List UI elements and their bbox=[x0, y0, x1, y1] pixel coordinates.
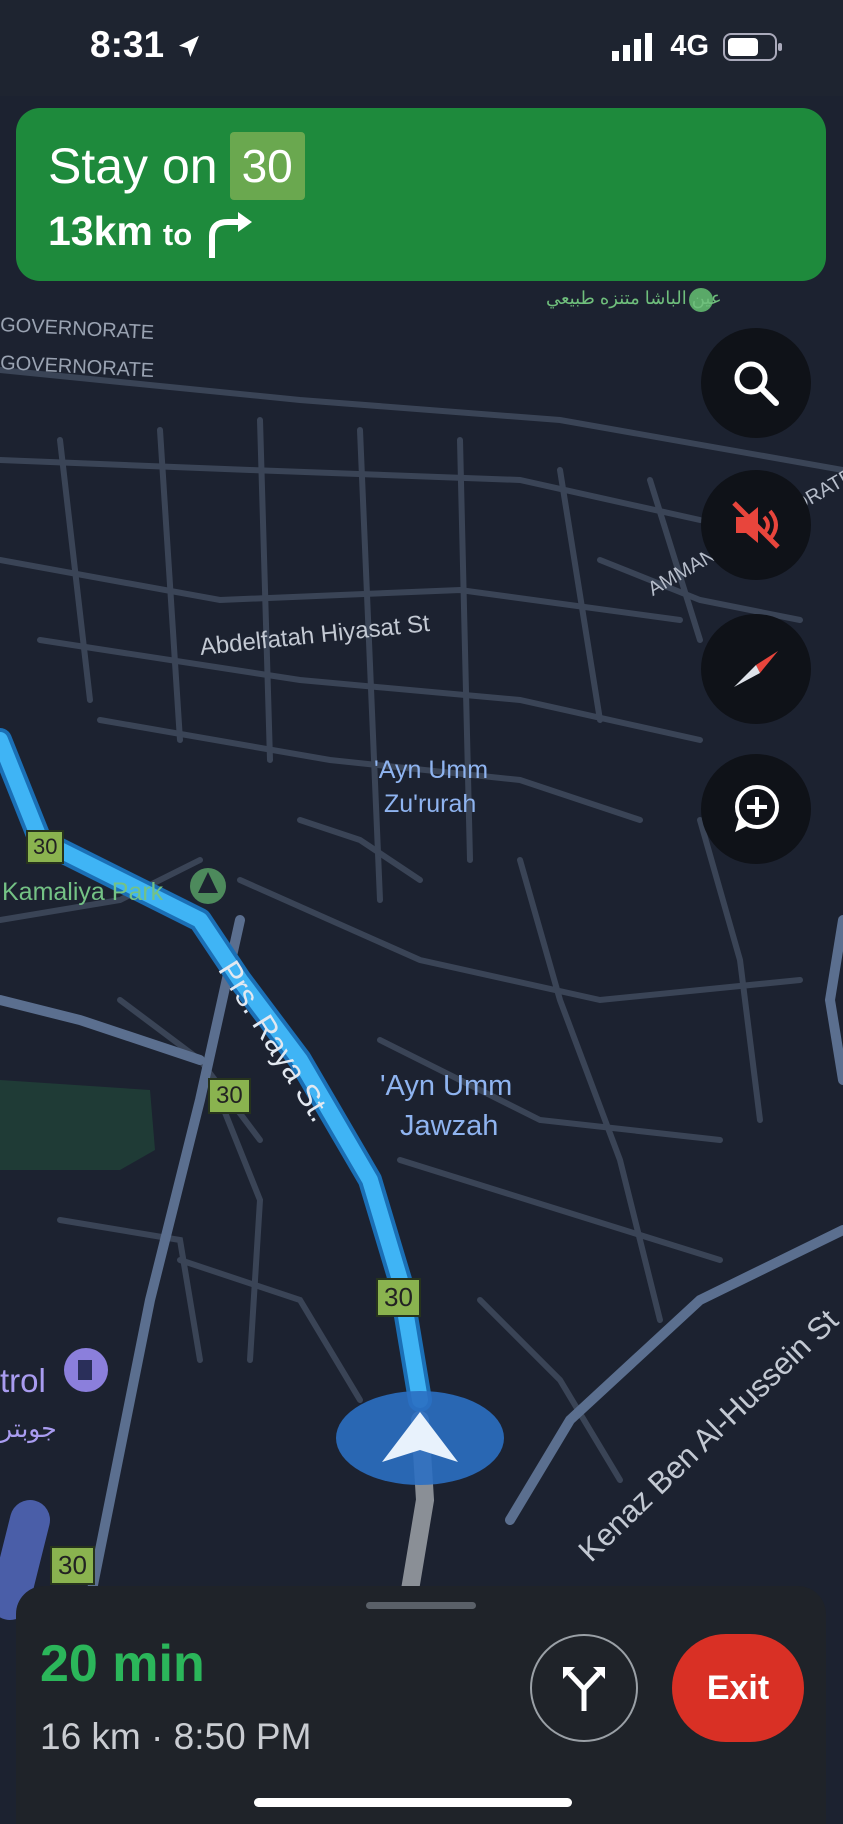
route-shield-map: 30 bbox=[208, 1078, 251, 1114]
nav-instruction-row: Stay on 30 bbox=[48, 132, 305, 200]
status-bar: 8:31 4G bbox=[0, 0, 843, 96]
signal-icon bbox=[612, 32, 653, 61]
compass-button[interactable] bbox=[701, 614, 811, 724]
location-arrow-icon bbox=[179, 35, 200, 58]
map-label-area: 'Ayn Umm bbox=[380, 1070, 513, 1102]
status-time: 8:31 bbox=[90, 24, 204, 66]
route-shield-map: 30 bbox=[26, 830, 65, 864]
map-label-park: Kamaliya Park bbox=[2, 878, 164, 906]
trip-summary-sheet[interactable]: 20 min 16 km · 8:50 PM Exit bbox=[16, 1586, 826, 1824]
status-time-text: 8:31 bbox=[90, 24, 165, 65]
map-label-petrol: trol bbox=[0, 1362, 46, 1399]
route-shield: 30 bbox=[229, 132, 305, 200]
network-label: 4G bbox=[670, 30, 709, 62]
nav-to-label: to bbox=[162, 217, 193, 252]
alternate-routes-icon bbox=[563, 1667, 605, 1711]
eta-details: 16 km · 8:50 PM bbox=[40, 1716, 312, 1757]
nav-distance-row: 13km to bbox=[48, 208, 254, 260]
battery-icon bbox=[723, 32, 782, 61]
route-shield-map: 30 bbox=[376, 1278, 421, 1317]
map-label-park-arabic: عين الباشا متنزه طبيعي bbox=[546, 288, 722, 308]
drag-handle[interactable] bbox=[366, 1602, 476, 1609]
mute-button[interactable] bbox=[701, 470, 811, 580]
status-indicators: 4G bbox=[612, 30, 783, 63]
search-button[interactable] bbox=[701, 328, 811, 438]
alternate-routes-button[interactable] bbox=[530, 1634, 638, 1742]
volume-muted-icon bbox=[732, 501, 780, 549]
map-label-area: Zu'rurah bbox=[384, 790, 477, 818]
search-icon bbox=[734, 361, 779, 406]
map-label-petrol-arabic: جوبتر bbox=[0, 1415, 57, 1443]
turn-right-icon bbox=[209, 212, 253, 258]
map-label-area: 'Ayn Umm bbox=[374, 756, 489, 784]
eta-minutes: 20 min bbox=[40, 1635, 205, 1693]
map-label-area: Jawzah bbox=[400, 1110, 499, 1142]
home-indicator[interactable] bbox=[254, 1798, 572, 1807]
exit-button[interactable]: Exit bbox=[672, 1634, 804, 1742]
compass-icon bbox=[734, 651, 778, 687]
nav-instruction: Stay on bbox=[48, 138, 218, 194]
navigation-banner[interactable]: Stay on 30 13km to bbox=[16, 108, 826, 281]
add-comment-icon bbox=[735, 785, 779, 832]
add-report-button[interactable] bbox=[701, 754, 811, 864]
nav-distance: 13km bbox=[48, 208, 153, 254]
route-shield-map: 30 bbox=[50, 1546, 95, 1585]
